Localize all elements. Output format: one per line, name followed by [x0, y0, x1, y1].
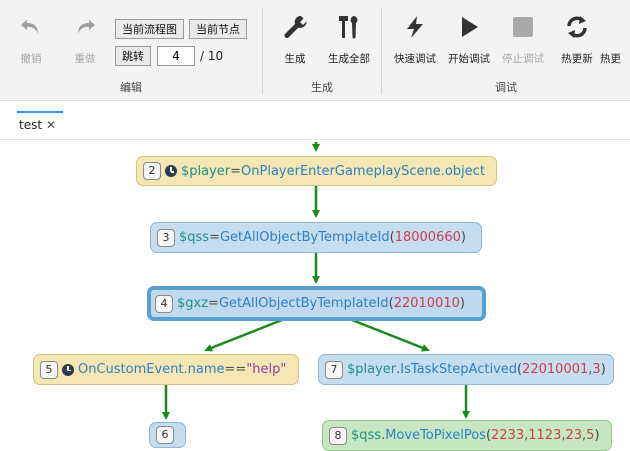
- node-number-badge: 2: [143, 162, 161, 180]
- node-token-var: $player: [347, 362, 397, 377]
- node-token-op: =: [208, 296, 219, 311]
- node-token-num: 1123: [528, 428, 562, 443]
- start-debug-label: 开始调试: [448, 53, 490, 65]
- flow-node-7[interactable]: 7 $player. IsTaskStepActived(22010001, 3): [318, 354, 614, 385]
- node-token-func: MoveToPixelPos: [385, 428, 486, 443]
- tools-icon: [334, 12, 364, 42]
- node-number-badge: 8: [329, 426, 347, 445]
- node-token-func: OnPlayerEnterGameplayScene.object: [241, 163, 485, 179]
- flow-node-8[interactable]: 8 $qss. MoveToPixelPos(2233, 1123, 23, 5): [322, 420, 612, 451]
- document-tabstrip: test ✕: [0, 101, 630, 140]
- node-token-func: OnCustomEvent.name: [78, 362, 225, 377]
- flow-node-4[interactable]: 4 $gxz = GetAllObjectByTemplateId(22010010): [147, 286, 486, 321]
- node-token-num: 23: [565, 428, 583, 443]
- debug-group-label: 调试: [495, 81, 517, 94]
- node-token-func: GetAllObjectByTemplateId: [218, 296, 389, 311]
- close-icon[interactable]: ✕: [46, 118, 56, 132]
- redo-button[interactable]: 重做: [58, 12, 112, 70]
- generate-button[interactable]: 生成: [268, 12, 322, 70]
- redo-icon: [70, 12, 100, 42]
- redo-label: 重做: [74, 53, 96, 65]
- debug-group: 快速调试 开始调试 停止调试 热更新 热更 调试: [382, 0, 630, 100]
- current-node-button[interactable]: 当前节点: [189, 19, 247, 39]
- generate-label: 生成: [284, 53, 306, 65]
- node-token-var: $qss: [351, 428, 382, 443]
- undo-icon: [16, 12, 46, 42]
- wrench-icon: [280, 12, 310, 42]
- generate-group: 生成 生成全部 生成: [263, 0, 381, 100]
- node-token-var: $player: [181, 163, 231, 179]
- stop-debug-label: 停止调试: [502, 53, 544, 65]
- hot-update-button[interactable]: 热更新: [550, 12, 604, 70]
- node-token-op: =: [209, 230, 220, 245]
- undo-button[interactable]: 撤销: [4, 12, 58, 70]
- tab-test[interactable]: test ✕: [17, 111, 63, 137]
- quick-debug-button[interactable]: 快速调试: [388, 12, 442, 70]
- clock-icon: [165, 165, 177, 177]
- node-number-badge: 7: [325, 360, 343, 379]
- quick-debug-label: 快速调试: [394, 53, 436, 65]
- node-token-par: ): [594, 428, 600, 443]
- ribbon-toolbar: 撤销 重做 当前流程图 当前节点 跳转 / 10 编辑 生成: [0, 0, 630, 101]
- stop-icon: [508, 12, 538, 42]
- play-icon: [454, 12, 484, 42]
- node-token-num: 18000660: [394, 230, 461, 245]
- node-token-num: 2233: [491, 428, 525, 443]
- hot-update-2-label: 热更: [600, 53, 621, 65]
- hot-update-2-button[interactable]: 热更: [600, 12, 630, 70]
- node-token-num: 5: [586, 428, 595, 443]
- node-token-num: 22010010: [393, 296, 460, 311]
- node-number-badge: 5: [40, 360, 58, 379]
- flow-node-5[interactable]: 5 OnCustomEvent.name == "help": [33, 354, 299, 385]
- generate-all-label: 生成全部: [328, 53, 370, 65]
- node-token-var: $qss: [179, 230, 210, 245]
- node-number-badge: 4: [155, 294, 173, 313]
- undo-label: 撤销: [20, 53, 42, 65]
- generate-group-label: 生成: [311, 81, 333, 94]
- page-total: / 10: [200, 49, 224, 63]
- stop-debug-button[interactable]: 停止调试: [496, 12, 550, 70]
- node-token-op: ==: [224, 362, 247, 377]
- node-token-op: =: [230, 163, 242, 179]
- node-token-num: 22010001: [522, 362, 589, 377]
- lightning-icon: [400, 12, 430, 42]
- edit-group: 撤销 重做 当前流程图 当前节点 跳转 / 10 编辑: [0, 0, 262, 100]
- node-token-str: "help": [246, 362, 287, 377]
- node-token-par: ): [459, 296, 465, 311]
- generate-all-button[interactable]: 生成全部: [322, 12, 376, 70]
- flow-node-6[interactable]: 6: [149, 422, 186, 448]
- node-token-func: GetAllObjectByTemplateId: [219, 230, 390, 245]
- tab-title: test: [19, 118, 43, 132]
- current-flowchart-button[interactable]: 当前流程图: [115, 19, 184, 39]
- node-token-num: 3: [592, 362, 601, 377]
- flow-node-3[interactable]: 3 $qss = GetAllObjectByTemplateId(18000660): [150, 222, 482, 253]
- edit-group-label: 编辑: [120, 81, 142, 94]
- clock-icon: [62, 363, 74, 376]
- node-token-func: IsTaskStepActived: [400, 362, 518, 377]
- flow-node-2[interactable]: 2 $player = OnPlayerEnterGameplayScene.obje…: [136, 156, 497, 186]
- refresh-icon: [562, 12, 592, 42]
- hot-update-label: 热更新: [561, 53, 593, 65]
- node-token-par: ): [460, 230, 466, 245]
- start-debug-button[interactable]: 开始调试: [442, 12, 496, 70]
- node-number-badge: 3: [157, 228, 175, 247]
- page-number-input[interactable]: [157, 46, 195, 66]
- jump-button[interactable]: 跳转: [115, 46, 151, 66]
- node-token-par: ): [600, 362, 606, 377]
- node-token-var: $gxz: [177, 296, 209, 311]
- node-number-badge: 6: [156, 426, 174, 444]
